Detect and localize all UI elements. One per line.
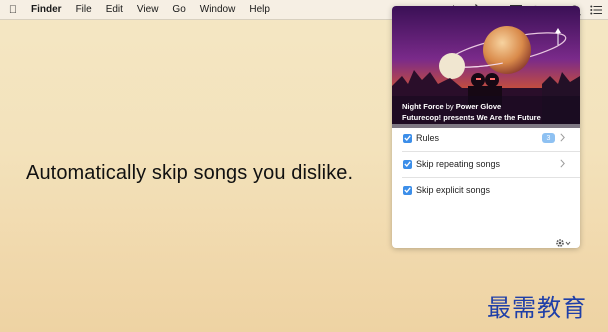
apple-icon[interactable]:  [2, 4, 24, 16]
menu-app-name[interactable]: Finder [24, 4, 69, 15]
menu-edit[interactable]: Edit [99, 4, 130, 15]
option-skip-repeating[interactable]: Skip repeating songs [392, 151, 580, 177]
rules-count-badge: 3 [542, 133, 555, 143]
skip-repeating-checkbox[interactable] [403, 159, 412, 169]
album-title: Futurecop! presents We Are the Future [402, 113, 541, 122]
player-popover: Night Force by Power Glove Futurecop! pr… [392, 6, 580, 248]
track-artist: Power Glove [455, 102, 502, 111]
pin-icon[interactable] [554, 28, 562, 51]
skip-repeating-label: Skip repeating songs [416, 159, 501, 169]
gear-icon[interactable] [555, 235, 571, 248]
menu-window[interactable]: Window [193, 4, 243, 15]
option-skip-explicit[interactable]: Skip explicit songs [392, 177, 580, 203]
rules-label: Rules [416, 133, 440, 143]
menu-help[interactable]: Help [242, 4, 277, 15]
menu-file[interactable]: File [69, 4, 99, 15]
notification-center-icon[interactable] [589, 4, 602, 16]
chevron-right-icon[interactable] [560, 159, 565, 170]
option-rules[interactable]: Rules 3 [392, 125, 580, 151]
menu-view[interactable]: View [130, 4, 166, 15]
headline: Automatically skip songs you dislike. [26, 162, 354, 184]
menu-go[interactable]: Go [165, 4, 192, 15]
skip-explicit-label: Skip explicit songs [416, 185, 491, 195]
skip-explicit-checkbox[interactable] [403, 185, 412, 195]
rules-checkbox[interactable] [403, 133, 412, 143]
watermark: 最需教育 [487, 294, 587, 322]
track-title: Night Force [402, 102, 444, 111]
track-info: Night Force by Power Glove Futurecop! pr… [392, 96, 580, 128]
by-word: by [445, 102, 454, 111]
chevron-right-icon[interactable] [560, 133, 565, 144]
